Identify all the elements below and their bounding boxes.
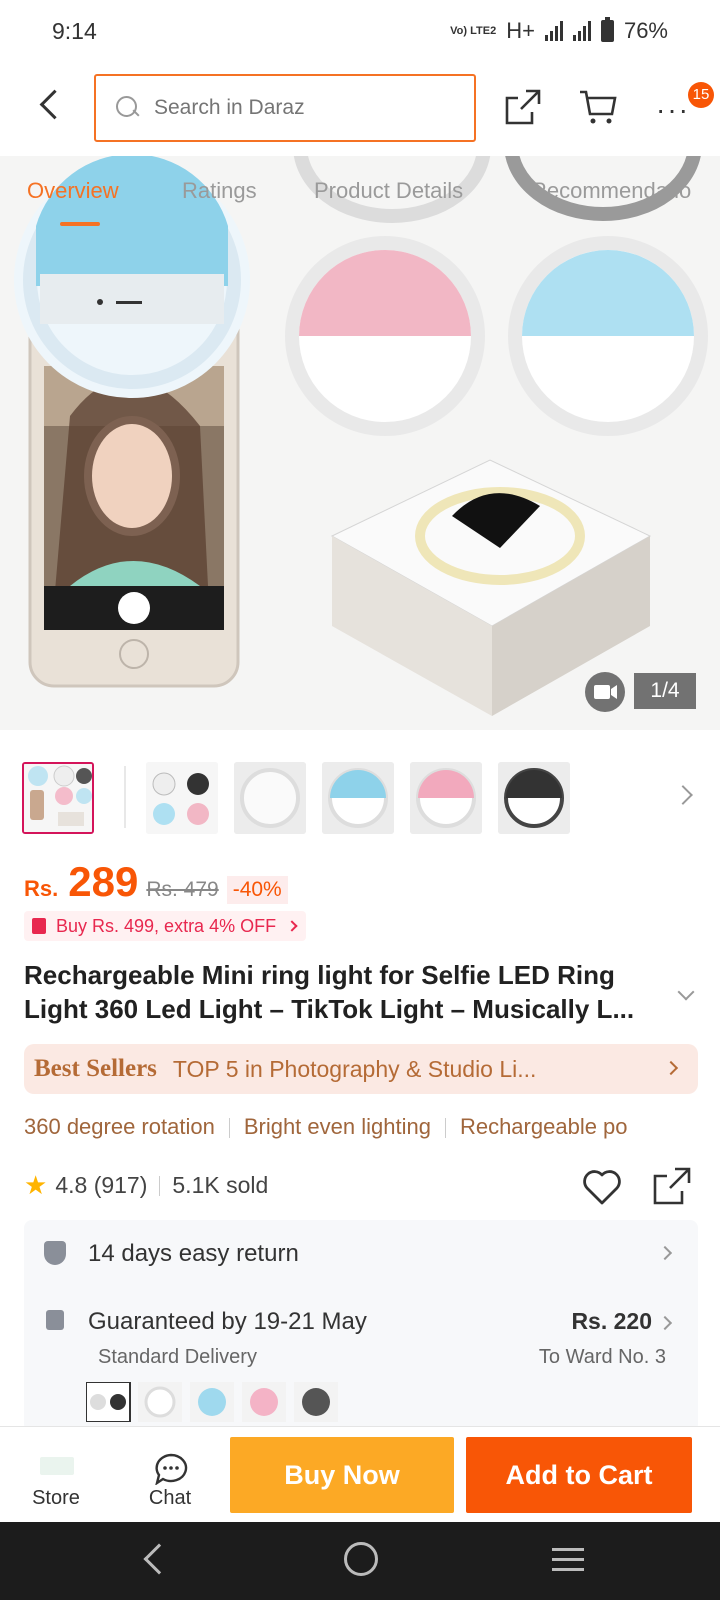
thumbnail-image xyxy=(24,764,92,832)
thumbnail-divider xyxy=(124,766,126,828)
status-bar: 9:14 Vo) LTE2 H+ 76% xyxy=(0,0,720,62)
nav-back-icon[interactable] xyxy=(143,1543,175,1575)
thumbnail-image xyxy=(410,762,482,834)
search-icon xyxy=(116,96,140,120)
share-icon[interactable] xyxy=(504,88,542,126)
nav-recents-icon[interactable] xyxy=(552,1548,584,1572)
share-icon[interactable] xyxy=(652,1166,692,1206)
section-tabs: Overview Ratings Product Details Recomme… xyxy=(0,156,720,230)
star-icon: ★ xyxy=(24,1170,48,1200)
video-button[interactable] xyxy=(585,672,625,712)
search-bar[interactable] xyxy=(94,74,476,142)
shield-icon xyxy=(44,1241,66,1265)
chat-icon xyxy=(155,1453,188,1485)
thumbnail-image xyxy=(498,762,570,834)
return-policy-row[interactable]: 14 days easy return xyxy=(24,1220,698,1286)
feature-highlights: 360 degree rotation Bright even lighting R… xyxy=(24,1114,720,1148)
thumbnail-4[interactable] xyxy=(322,762,394,834)
search-input[interactable] xyxy=(154,96,444,120)
delivery-row[interactable]: Guaranteed by 19-21 May Standard Deliver… xyxy=(24,1286,698,1376)
chevron-right-icon xyxy=(657,1245,673,1261)
gift-icon xyxy=(46,1310,64,1330)
bottom-action-bar: Store Chat Buy Now Add to Cart xyxy=(0,1426,720,1522)
original-price: Rs. 479 xyxy=(146,878,219,901)
product-image[interactable] xyxy=(0,156,720,730)
back-button[interactable] xyxy=(28,84,72,128)
wishlist-heart-icon[interactable] xyxy=(582,1168,622,1206)
store-label: Store xyxy=(32,1487,80,1509)
rating-score: 4.8 xyxy=(55,1172,88,1198)
sold-count: 5.1K sold xyxy=(172,1172,269,1198)
rating-count: (917) xyxy=(93,1172,148,1198)
feature-item: Bright even lighting xyxy=(243,1114,431,1139)
delivery-method: Standard Delivery xyxy=(98,1346,257,1368)
buy-now-button[interactable]: Buy Now xyxy=(230,1437,454,1513)
chevron-right-icon xyxy=(657,1315,673,1331)
chat-button[interactable]: Chat xyxy=(128,1427,212,1523)
rating-row[interactable]: ★ 4.8 (917) 5.1K sold xyxy=(24,1170,268,1201)
product-page: 9:14 Vo) LTE2 H+ 76% ··· 15 xyxy=(0,0,720,1600)
tab-overview[interactable]: Overview xyxy=(27,178,119,204)
battery-percent: 76% xyxy=(623,18,668,43)
delivery-guarantee: Guaranteed by 19-21 May xyxy=(88,1308,367,1335)
add-to-cart-button[interactable]: Add to Cart xyxy=(466,1437,692,1513)
delivery-price: Rs. 220 xyxy=(571,1308,652,1334)
voucher-icon xyxy=(32,918,46,934)
variant-row[interactable] xyxy=(24,1380,698,1432)
store-button[interactable]: Store xyxy=(14,1427,98,1523)
thumbnail-6[interactable] xyxy=(498,762,570,834)
status-icons: Vo) LTE2 H+ 76% xyxy=(450,17,668,44)
volte-label: Vo) LTE2 xyxy=(450,24,497,37)
signal-icon xyxy=(544,21,563,41)
tab-recommendations[interactable]: Recommendatio xyxy=(531,178,691,204)
more-options-icon[interactable]: ··· xyxy=(656,94,690,126)
promo-banner[interactable]: Buy Rs. 499, extra 4% OFF xyxy=(24,911,307,941)
network-type: H+ xyxy=(506,18,535,43)
thumbnail-3[interactable] xyxy=(234,762,306,834)
expand-title-icon[interactable] xyxy=(677,983,695,1001)
variant-swatches xyxy=(86,1382,338,1422)
best-sellers-banner[interactable]: Best Sellers TOP 5 in Photography & Stud… xyxy=(24,1044,698,1094)
return-policy-text: 14 days easy return xyxy=(88,1240,299,1267)
chevron-right-icon xyxy=(663,1060,679,1076)
active-tab-indicator xyxy=(60,222,100,226)
product-title: Rechargeable Mini ring light for Selfie … xyxy=(24,960,635,1024)
signal-icon-2 xyxy=(572,21,591,41)
store-logo-icon xyxy=(40,1457,74,1475)
promo-text: Buy Rs. 499, extra 4% OFF xyxy=(56,915,277,936)
cart-icon[interactable] xyxy=(578,86,618,126)
tab-product-details[interactable]: Product Details xyxy=(314,178,463,204)
feature-item: 360 degree rotation xyxy=(24,1114,215,1139)
current-price: 289 xyxy=(68,858,139,905)
best-sellers-tag: Best Sellers xyxy=(34,1055,157,1082)
status-time: 9:14 xyxy=(52,18,97,44)
thumbnail-image xyxy=(322,762,394,834)
chevron-right-icon xyxy=(286,920,298,932)
thumbnail-5[interactable] xyxy=(410,762,482,834)
currency: Rs. xyxy=(24,876,59,901)
thumbnail-1[interactable] xyxy=(22,762,94,834)
price-row: Rs. 289 Rs. 479 -40% xyxy=(24,858,288,906)
system-nav-bar xyxy=(0,1522,720,1600)
tab-ratings[interactable]: Ratings xyxy=(182,178,257,204)
video-icon xyxy=(594,685,617,699)
nav-home-icon[interactable] xyxy=(344,1542,378,1576)
discount-badge: -40% xyxy=(226,876,288,904)
service-info-card: 14 days easy return Guaranteed by 19-21 … xyxy=(24,1220,698,1432)
cart-badge: 15 xyxy=(688,82,714,108)
product-photo xyxy=(0,156,720,730)
best-sellers-text: TOP 5 in Photography & Studio Li... xyxy=(172,1055,537,1082)
thumbnail-image xyxy=(146,762,218,834)
thumbnail-image xyxy=(234,762,306,834)
feature-item: Rechargeable po xyxy=(459,1114,628,1139)
battery-icon xyxy=(600,17,614,42)
image-counter: 1/4 xyxy=(634,673,696,709)
thumbnail-2[interactable] xyxy=(146,762,218,834)
thumbnail-strip xyxy=(22,760,702,836)
chat-label: Chat xyxy=(148,1487,192,1509)
delivery-location: To Ward No. 3 xyxy=(538,1346,666,1368)
